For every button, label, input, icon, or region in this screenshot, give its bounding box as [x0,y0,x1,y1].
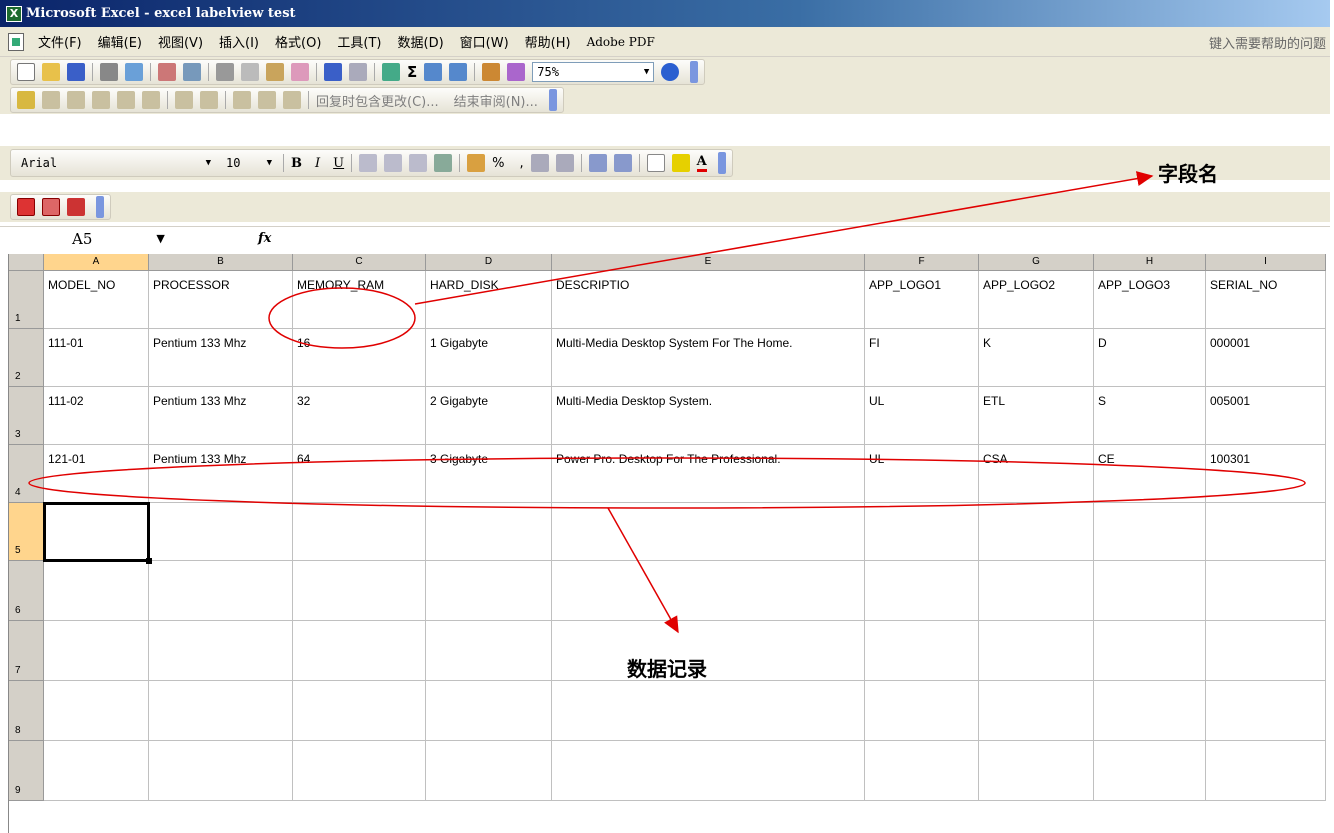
annotation-overlay [28,171,1306,634]
field-name-ellipse [268,287,416,349]
field-name-annotation: 字段名 [1158,162,1218,186]
data-record-annotation: 数据记录 [627,657,707,681]
field-name-arrow [414,171,1154,305]
data-record-ellipse [28,457,1306,509]
data-record-arrow [607,507,679,634]
